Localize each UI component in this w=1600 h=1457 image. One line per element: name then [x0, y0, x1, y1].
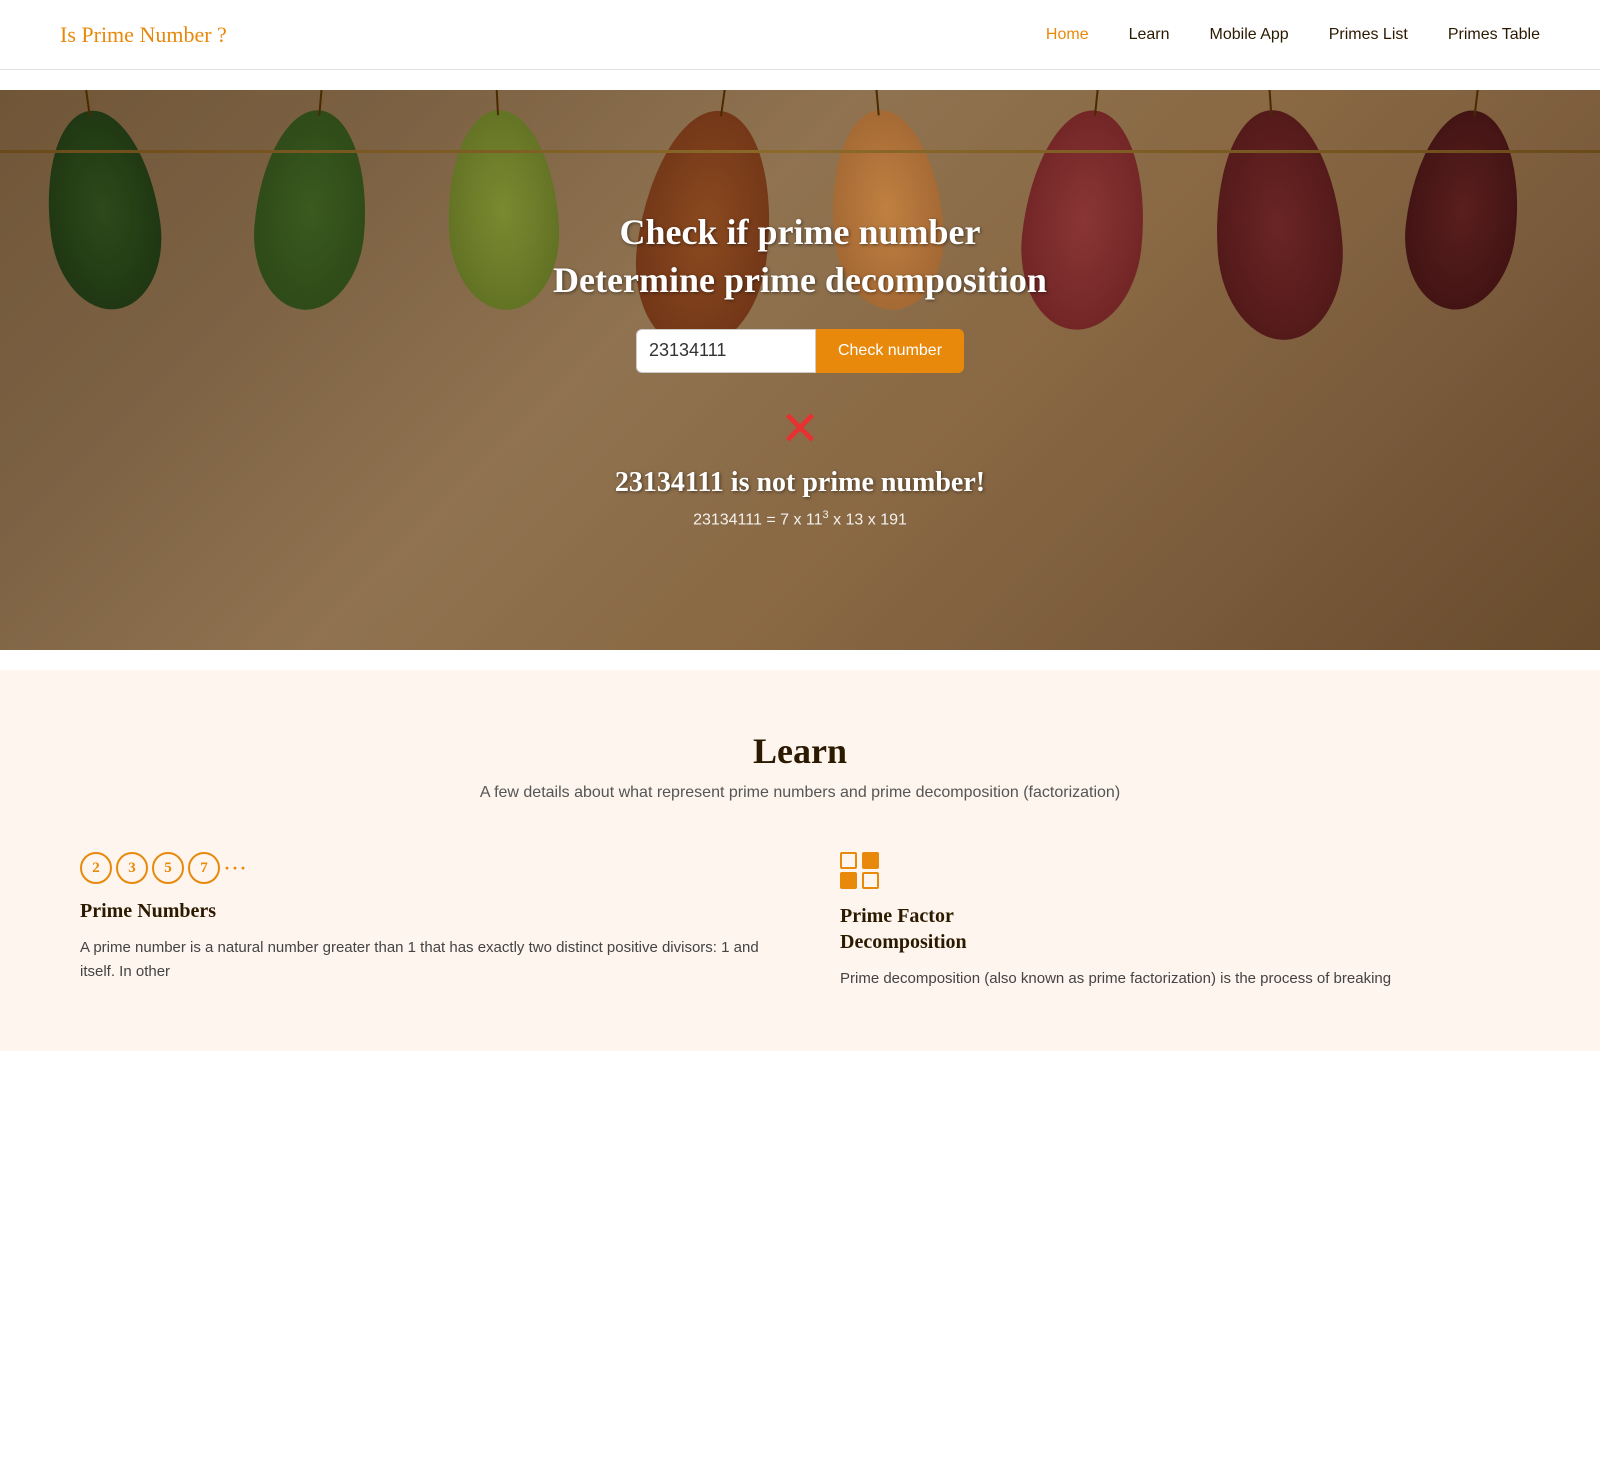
nav-learn[interactable]: Learn	[1129, 26, 1170, 44]
leaf-3	[443, 107, 563, 312]
decomp-grid	[840, 852, 880, 889]
site-header: Is Prime Number ? Home Learn Mobile App …	[0, 0, 1600, 70]
decomp-cell-2	[862, 852, 879, 869]
decomp-cell-4	[862, 872, 879, 889]
prime-dots: ···	[224, 858, 248, 879]
leaf-1	[35, 103, 172, 316]
formula-suffix: x 13 x 191	[829, 511, 907, 528]
result-text: 23134111 is not prime number!	[553, 467, 1047, 499]
hero-title-1: Check if prime number	[553, 211, 1047, 253]
hero-content: Check if prime number Determine prime de…	[553, 211, 1047, 529]
check-form: Check number	[553, 329, 1047, 373]
number-input[interactable]	[636, 329, 816, 373]
prime-numbers-card: 2 3 5 7 ··· Prime Numbers A prime number…	[80, 852, 760, 991]
result-icon: ✕	[553, 401, 1047, 457]
learn-title: Learn	[80, 730, 1520, 772]
decomp-cell-1	[840, 852, 857, 869]
rope-decoration	[0, 150, 1600, 153]
result-formula: 23134111 = 7 x 113 x 13 x 191	[553, 509, 1047, 529]
learn-cards: 2 3 5 7 ··· Prime Numbers A prime number…	[80, 852, 1520, 991]
prime-circle-3: 3	[116, 852, 148, 884]
nav-home[interactable]: Home	[1046, 26, 1089, 44]
decomposition-heading: Prime FactorDecomposition	[840, 903, 1520, 955]
formula-prefix: 23134111 = 7 x 11	[693, 511, 822, 528]
decomposition-body: Prime decomposition (also known as prime…	[840, 967, 1520, 991]
learn-subtitle: A few details about what represent prime…	[80, 784, 1520, 802]
main-nav: Home Learn Mobile App Primes List Primes…	[1046, 26, 1540, 44]
check-number-button[interactable]: Check number	[816, 329, 964, 373]
prime-circle-7: 7	[188, 852, 220, 884]
hero-title-2: Determine prime decomposition	[553, 259, 1047, 301]
site-logo: Is Prime Number ?	[60, 22, 227, 48]
prime-numbers-icon: 2 3 5 7 ···	[80, 852, 760, 884]
decomp-cell-3	[840, 872, 857, 889]
prime-circle-5: 5	[152, 852, 184, 884]
learn-section: Learn A few details about what represent…	[0, 670, 1600, 1051]
leaf-7	[1208, 106, 1349, 344]
decomposition-card: Prime FactorDecomposition Prime decompos…	[840, 852, 1520, 991]
logo-text: Is Prime Number	[60, 22, 212, 47]
nav-primes-list[interactable]: Primes List	[1329, 26, 1408, 44]
leaf-2	[247, 106, 374, 315]
logo-symbol: ?	[212, 22, 227, 47]
hero-section: Check if prime number Determine prime de…	[0, 90, 1600, 650]
leaf-8	[1396, 104, 1530, 316]
prime-numbers-body: A prime number is a natural number great…	[80, 936, 760, 984]
decomposition-icon	[840, 852, 1520, 889]
prime-numbers-heading: Prime Numbers	[80, 898, 760, 924]
nav-primes-table[interactable]: Primes Table	[1448, 26, 1540, 44]
nav-mobile-app[interactable]: Mobile App	[1210, 26, 1289, 44]
prime-circle-2: 2	[80, 852, 112, 884]
